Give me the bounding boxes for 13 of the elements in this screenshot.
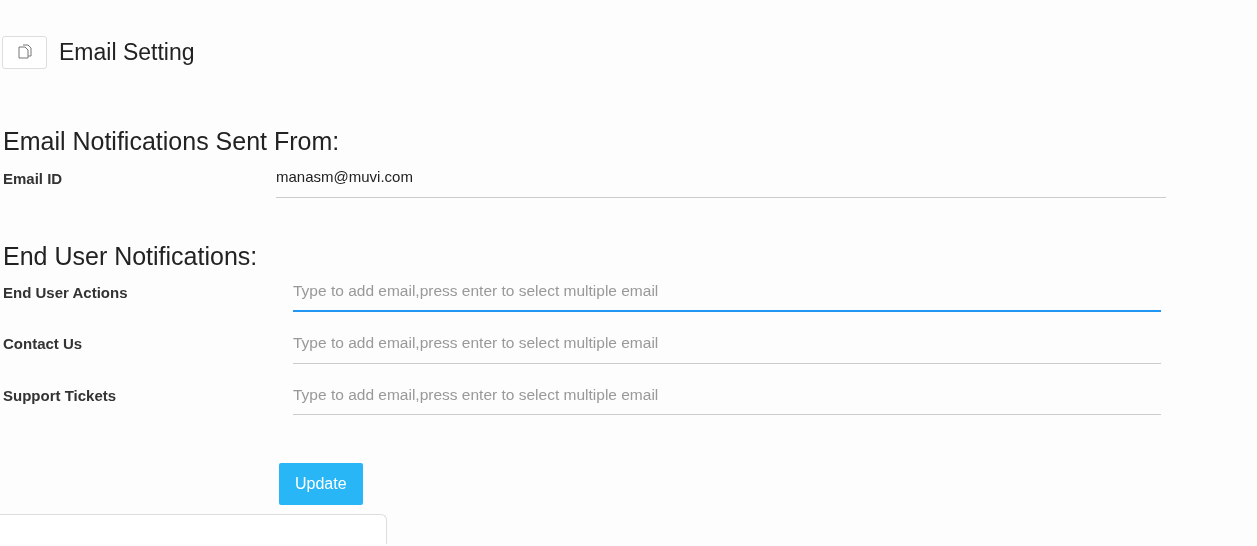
field-label: Email ID bbox=[3, 169, 63, 187]
email-input[interactable]: Type to add email,press enter to select multiple email bbox=[293, 376, 1161, 415]
page-title: Email Setting bbox=[59, 38, 195, 67]
copy-icon bbox=[16, 44, 33, 61]
section-heading: End User Notifications: bbox=[3, 241, 259, 271]
copy-button[interactable] bbox=[2, 35, 47, 69]
field-label: Contact Us bbox=[3, 335, 83, 353]
field-label: End User Actions bbox=[3, 283, 128, 301]
email-field[interactable]: manasm@muvi.com bbox=[276, 159, 1166, 198]
field-label: Support Tickets bbox=[3, 386, 117, 404]
section-heading: Email Notifications Sent From: bbox=[3, 125, 341, 156]
email-input[interactable]: Type to add email,press enter to select multiple email bbox=[293, 325, 1161, 364]
email-input[interactable]: Type to add email,press enter to select multiple email bbox=[293, 273, 1161, 313]
